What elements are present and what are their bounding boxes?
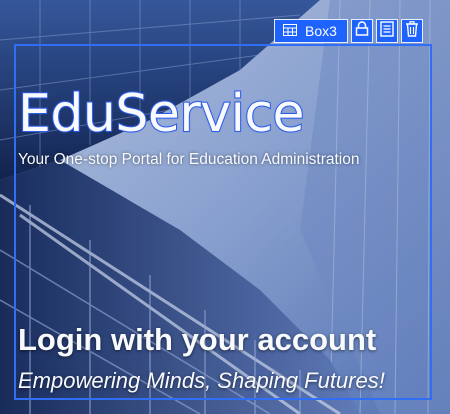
- delete-button[interactable]: [400, 19, 423, 43]
- component-label: Box3: [305, 23, 337, 39]
- trash-icon: [405, 20, 419, 42]
- component-toolbar: Box3: [274, 19, 423, 45]
- selected-component-outline[interactable]: [14, 44, 432, 400]
- component-label-button[interactable]: Box3: [274, 19, 348, 43]
- table-icon: [283, 23, 297, 39]
- lock-button[interactable]: [350, 19, 373, 43]
- lock-icon: [355, 21, 369, 41]
- properties-icon: [380, 20, 394, 42]
- properties-button[interactable]: [375, 19, 398, 43]
